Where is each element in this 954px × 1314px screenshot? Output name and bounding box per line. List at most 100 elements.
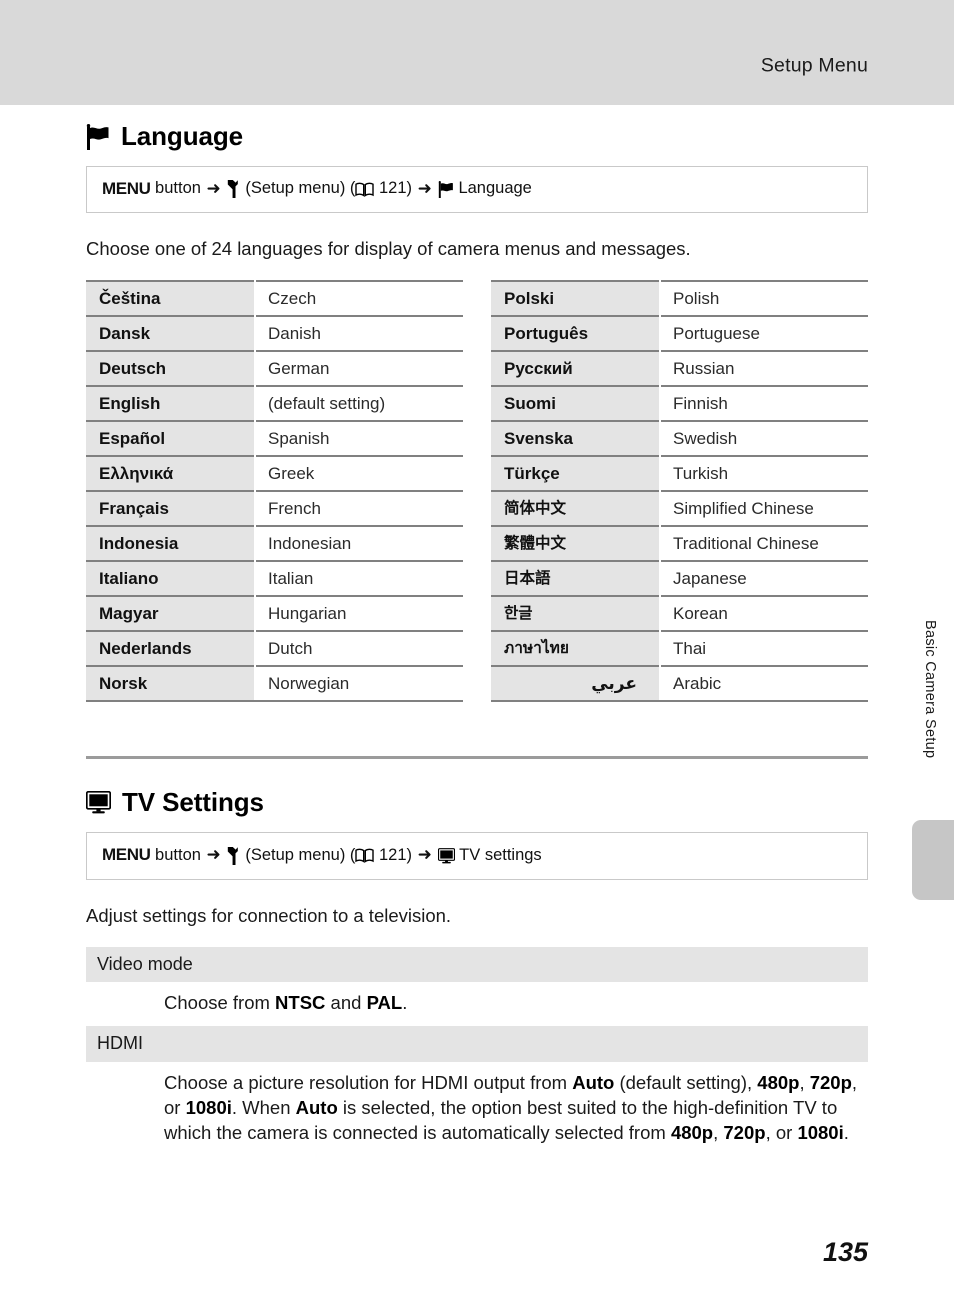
language-english-name: Traditional Chinese	[659, 525, 868, 562]
tv-icon	[86, 791, 111, 814]
language-english-name: Russian	[659, 350, 868, 387]
language-english-name: Simplified Chinese	[659, 490, 868, 527]
language-english-name: Swedish	[659, 420, 868, 457]
menu-path-page-ref-2: 121)	[374, 845, 417, 864]
language-native-name: Magyar	[86, 595, 256, 632]
chapter-side-tab-marker	[912, 820, 954, 900]
menu-path-target-label: Language	[453, 179, 532, 198]
page-content: Language MENU button ➜ (Setup menu) ( 12…	[86, 105, 868, 1156]
language-native-name: Ελληνικά	[86, 455, 256, 492]
table-row: Nederlands Dutch	[86, 630, 463, 667]
tv-intro-text: Adjust settings for connection to a tele…	[86, 904, 452, 926]
tv-setting-title: HDMI	[86, 1026, 868, 1063]
language-native-name: Indonesia	[86, 525, 256, 562]
language-native-name: 日本語	[491, 560, 661, 597]
book-icon-2	[355, 848, 375, 863]
table-row: Ελληνικά Greek	[86, 455, 463, 492]
table-row: Polski Polish	[491, 280, 868, 317]
table-row: Čeština Czech	[86, 280, 463, 317]
language-table-left-column: Čeština Czech Dansk Danish Deutsch German Engl…	[86, 280, 463, 703]
table-row: ภาษาไทย Thai	[491, 630, 868, 667]
language-english-name: Norwegian	[254, 665, 463, 703]
arrow-right-icon-2: ➜	[417, 179, 432, 198]
tv-heading-text: TV Settings	[122, 787, 264, 818]
tv-section-heading: TV Settings	[86, 787, 868, 818]
language-native-name: Português	[491, 315, 661, 352]
language-english-name: Finnish	[659, 385, 868, 422]
language-english-name: Indonesian	[254, 525, 463, 562]
menu-path-setup-text: (Setup menu) (	[240, 179, 356, 198]
language-table-left: Čeština Czech Dansk Danish Deutsch German Engl…	[86, 280, 463, 703]
language-table-right-column: Polski Polish Português Portuguese Русский Ru…	[491, 280, 868, 703]
language-english-name: (default setting)	[254, 385, 463, 422]
tv-icon-inline	[437, 847, 455, 864]
language-english-name: Japanese	[659, 560, 868, 597]
table-row: Italiano Italian	[86, 560, 463, 597]
language-native-name: Türkçe	[491, 455, 661, 492]
page-header-band: Setup Menu	[0, 0, 954, 105]
table-row: Magyar Hungarian	[86, 595, 463, 632]
arrow-right-icon-4: ➜	[417, 845, 432, 865]
table-row: عربي Arabic	[491, 665, 868, 703]
menu-path-button-word-2: button	[150, 845, 206, 864]
language-native-name: Русский	[491, 350, 661, 387]
table-row: Indonesia Indonesian	[86, 525, 463, 562]
table-row: Deutsch German	[86, 350, 463, 387]
language-native-name: Norsk	[86, 665, 256, 703]
table-row: Türkçe Turkish	[491, 455, 868, 492]
language-english-name: Korean	[659, 595, 868, 632]
table-row: 繁體中文 Traditional Chinese	[491, 525, 868, 562]
table-row: Português Portuguese	[491, 315, 868, 352]
menu-path-button-word: button	[150, 179, 206, 198]
table-row: Suomi Finnish	[491, 385, 868, 422]
language-english-name: Greek	[254, 455, 463, 492]
table-row: Español Spanish	[86, 420, 463, 457]
language-native-name: Čeština	[86, 280, 256, 317]
language-native-name: 繁體中文	[491, 525, 661, 562]
tv-menu-path-box: MENU button ➜ (Setup menu) ( 121) ➜ TV s…	[86, 832, 868, 880]
menu-path-target-label-2: TV settings	[454, 845, 542, 864]
table-row: 简体中文 Simplified Chinese	[491, 490, 868, 527]
language-native-name: Polski	[491, 280, 661, 317]
language-english-name: Polish	[659, 280, 868, 317]
language-english-name: Dutch	[254, 630, 463, 667]
table-row: Norsk Norwegian	[86, 665, 463, 703]
arrow-right-icon-3: ➜	[206, 845, 221, 865]
language-native-name: Deutsch	[86, 350, 256, 387]
language-native-name: 简体中文	[491, 490, 661, 527]
table-row: Français French	[86, 490, 463, 527]
language-native-name: Español	[86, 420, 256, 457]
table-row: 한글 Korean	[491, 595, 868, 632]
language-english-name: Turkish	[659, 455, 868, 492]
language-english-name: Hungarian	[254, 595, 463, 632]
language-intro-text: Choose one of 24 languages for display o…	[86, 238, 691, 260]
language-english-name: Spanish	[254, 420, 463, 457]
language-native-name: Svenska	[491, 420, 661, 457]
page-number: 135	[822, 1237, 868, 1267]
table-row: Dansk Danish	[86, 315, 463, 352]
language-english-name: Portuguese	[659, 315, 868, 352]
language-english-name: French	[254, 490, 463, 527]
chapter-side-tab-label: Basic Camera Setup	[922, 620, 938, 759]
menu-path-page-ref: 121)	[374, 179, 417, 198]
flag-icon	[86, 123, 110, 150]
language-english-name: German	[254, 350, 463, 387]
language-native-name: Italiano	[86, 560, 256, 597]
language-english-name: Danish	[254, 315, 463, 352]
language-english-name: Italian	[254, 560, 463, 597]
language-heading-text: Language	[121, 121, 243, 151]
tv-setting-description: Choose a picture resolution for HDMI out…	[164, 1072, 858, 1143]
tv-setting-description: Choose from NTSC and PAL.	[164, 992, 408, 1014]
tv-settings-list: Video mode Choose from NTSC and PAL. HDMI C…	[86, 946, 868, 1156]
table-row: 日本語 Japanese	[491, 560, 868, 597]
menu-button-label: MENU	[102, 179, 151, 198]
wrench-icon-2	[227, 846, 241, 865]
language-english-name: Thai	[659, 630, 868, 667]
language-section-heading: Language	[86, 121, 868, 152]
language-native-name: English	[86, 385, 256, 422]
language-tables: Čeština Czech Dansk Danish Deutsch German Engl…	[86, 280, 868, 703]
language-english-name: Czech	[254, 280, 463, 317]
menu-button-label-2: MENU	[102, 845, 151, 865]
table-row: Русский Russian	[491, 350, 868, 387]
wrench-icon	[227, 180, 241, 199]
